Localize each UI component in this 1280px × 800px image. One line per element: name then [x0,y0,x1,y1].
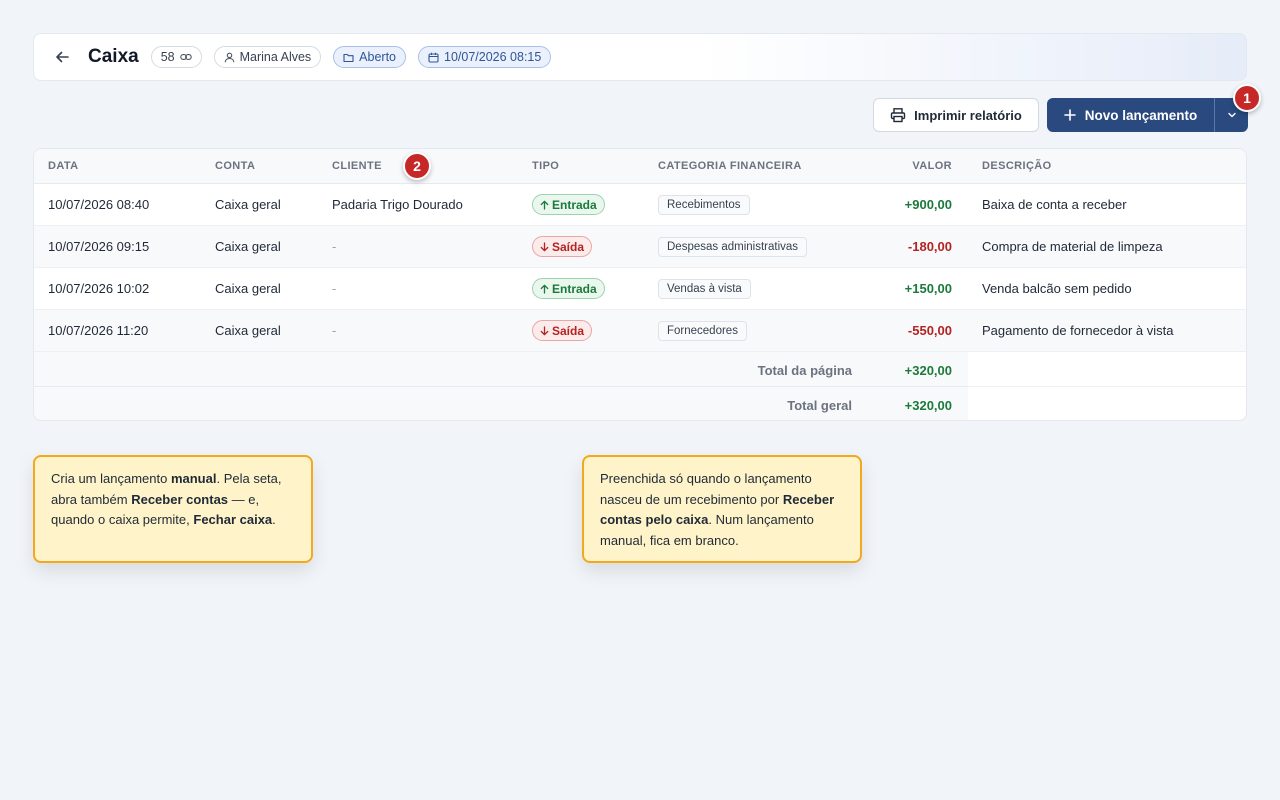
plus-icon [1063,109,1076,121]
cell-descricao: Baixa de conta a receber [982,197,1127,212]
cell-data: 10/07/2026 10:02 [48,281,150,296]
table-row[interactable]: 10/07/2026 08:40 Caixa geral Padaria Tri… [34,184,1246,226]
count-badge: 58 [150,46,202,68]
step-marker-2: 2 [403,152,431,180]
cell-descricao: Pagamento de fornecedor à vista [982,323,1174,338]
cell-valor: -180,00 [907,239,952,254]
link-icon [179,54,192,60]
cell-conta: Caixa geral [215,197,281,212]
callout-client-column: Preenchida só quando o lançamento nasceu… [582,455,862,563]
cell-valor: -550,00 [907,323,952,338]
grand-total-label: Total geral [787,398,852,413]
type-label: Saída [552,239,585,254]
cell-descricao: Venda balcão sem pedido [982,281,1132,296]
type-label: Saída [552,323,585,338]
cell-descricao: Compra de material de limpeza [982,239,1163,254]
folder-icon [343,53,354,62]
new-entry-button-group: Novo lançamento [1047,98,1248,132]
column-header-categoria: CATEGORIA FINANCEIRA [658,160,802,172]
user-name: Marina Alves [239,50,312,64]
page-title: Caixa [88,46,139,67]
type-badge-entrada: Entrada [532,194,605,215]
arrow-up-icon [540,200,549,210]
column-header-descricao: DESCRIÇÃO [982,160,1052,172]
calendar-icon [428,52,439,63]
cell-valor: +900,00 [904,197,952,212]
category-tag: Vendas à vista [658,279,751,299]
cell-cliente: Padaria Trigo Dourado [332,197,463,212]
cell-data: 10/07/2026 09:15 [48,239,150,254]
chevron-down-icon [1227,112,1236,118]
page-total-label: Total da página [757,363,852,378]
column-header-tipo: TIPO [532,160,560,172]
column-header-valor: VALOR [912,160,952,172]
cell-data: 10/07/2026 08:40 [48,197,150,212]
cell-conta: Caixa geral [215,323,281,338]
callout-new-entry: Cria um lançamento manual. Pela seta, ab… [33,455,313,563]
new-entry-label: Novo lançamento [1084,107,1198,123]
type-label: Entrada [552,197,597,212]
page-total-row: Total da página +320,00 [34,352,1246,387]
status-badge: Aberto [333,46,407,68]
printer-icon [890,108,906,123]
opened-at-text: 10/07/2026 08:15 [444,50,542,64]
count-badge-value: 58 [160,50,175,64]
grand-total-value: +320,00 [904,398,952,413]
cell-conta: Caixa geral [215,281,281,296]
table-row[interactable]: 10/07/2026 10:02 Caixa geral - Entrada V… [34,268,1246,310]
new-entry-button[interactable]: Novo lançamento [1047,98,1214,132]
table-row[interactable]: 10/07/2026 09:15 Caixa geral - Saída Des… [34,226,1246,268]
category-tag: Recebimentos [658,195,750,215]
cell-cliente: - [332,281,337,296]
cell-cliente: - [332,323,337,338]
table-row[interactable]: 10/07/2026 11:20 Caixa geral - Saída For… [34,310,1246,352]
cell-valor: +150,00 [904,281,952,296]
type-badge-saida: Saída [532,236,593,257]
opened-at-badge: 10/07/2026 08:15 [418,46,552,68]
table-header: DATA CONTA CLIENTE TIPO CATEGORIA FINANC… [34,149,1246,184]
page-total-value: +320,00 [904,363,952,378]
print-report-button[interactable]: Imprimir relatório [873,98,1039,132]
column-header-conta: CONTA [215,160,256,172]
arrow-down-icon [540,241,549,251]
back-arrow-icon[interactable] [52,47,72,67]
arrow-down-icon [540,325,549,335]
status-text: Aberto [359,50,397,64]
column-header-cliente: CLIENTE [332,160,382,172]
type-badge-saida: Saída [532,320,593,341]
column-header-data: DATA [48,160,79,172]
grand-total-row: Total geral +320,00 [34,387,1246,420]
category-tag: Fornecedores [658,321,747,341]
cell-data: 10/07/2026 11:20 [48,323,149,338]
category-tag: Despesas administrativas [658,237,808,257]
step-marker-1: 1 [1233,84,1261,112]
user-icon [224,52,234,62]
entries-table: DATA CONTA CLIENTE TIPO CATEGORIA FINANC… [33,148,1247,421]
type-badge-entrada: Entrada [532,278,605,299]
cell-conta: Caixa geral [215,239,281,254]
print-report-label: Imprimir relatório [914,107,1022,123]
type-label: Entrada [552,281,597,296]
user-chip: Marina Alves [213,46,322,68]
arrow-up-icon [540,284,549,294]
page-header: Caixa 58 Marina Alves Aberto 10/07/2026 … [33,33,1247,81]
cell-cliente: - [332,239,337,254]
